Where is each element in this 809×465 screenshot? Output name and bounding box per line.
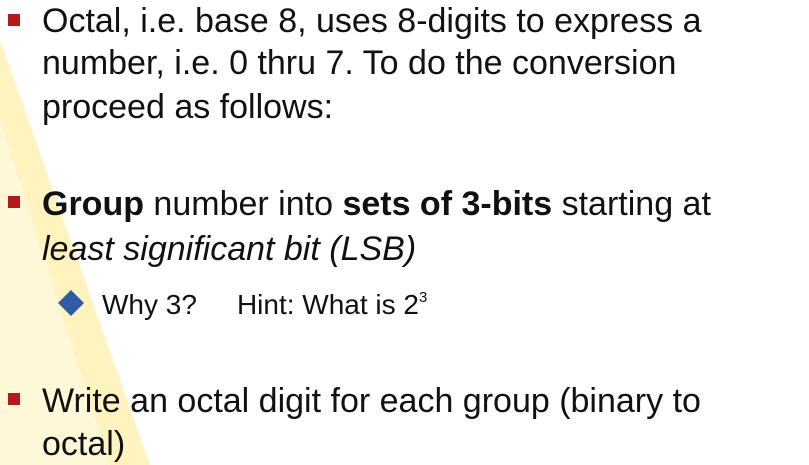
text-starting-at: starting at xyxy=(552,185,711,223)
bullet-text-write-line-1: Write an octal digit for each group (bin… xyxy=(42,382,701,420)
bullet-text-octal-line-1: Octal, i.e. base 8, uses 8-digits to exp… xyxy=(42,2,702,40)
bullet-marker xyxy=(8,393,20,405)
hint-exponent: 3 xyxy=(419,289,428,306)
bullet-marker xyxy=(8,196,20,208)
bullet-text-group-line-1: Group number into sets of 3-bits startin… xyxy=(42,183,711,225)
bullet-text-write-line-2: octal) xyxy=(42,425,126,463)
italic-lsb: least significant bit (LSB) xyxy=(42,230,417,268)
text-number-into: number into xyxy=(143,185,343,223)
bullet-text-group-line-2: least significant bit (LSB) xyxy=(42,228,416,270)
bold-group: Group xyxy=(42,185,144,223)
bullet-text-octal-line-2: number, i.e. 0 thru 7. To do the convers… xyxy=(42,44,677,82)
slide-content: Octal, i.e. base 8, uses 8-digits to exp… xyxy=(0,0,809,465)
sub-bullet-question: Why 3? xyxy=(102,289,197,320)
sub-bullet-hint-text: Hint: What is 2 xyxy=(236,289,419,320)
diamond-bullet-icon xyxy=(58,290,84,316)
bullet-text-octal-line-3: proceed as follows: xyxy=(42,88,334,126)
bold-sets-of-3-bits: sets of 3-bits xyxy=(342,185,553,223)
sub-bullet-hint: Why 3? Hint: What is 23 xyxy=(102,288,427,322)
bullet-marker xyxy=(8,14,20,26)
